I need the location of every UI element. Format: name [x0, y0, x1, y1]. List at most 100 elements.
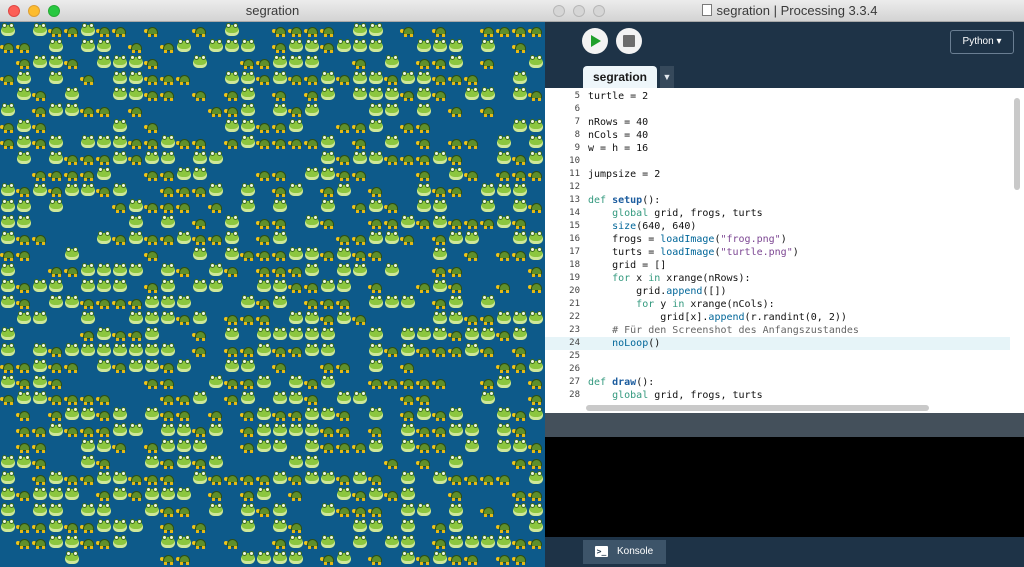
turtle-icon	[80, 534, 96, 550]
code-line[interactable]: 18 grid = []	[545, 259, 1010, 272]
frog-icon	[128, 310, 144, 326]
document-icon	[701, 4, 712, 16]
code-line[interactable]: 26	[545, 363, 1010, 376]
tab-menu-button[interactable]: ▼	[660, 66, 674, 88]
frog-icon	[320, 342, 336, 358]
code-token: in	[672, 299, 685, 310]
code-line[interactable]: 15 size(640, 640)	[545, 220, 1010, 233]
frog-icon	[240, 294, 256, 310]
frog-icon	[400, 470, 416, 486]
turtle-icon	[432, 54, 448, 70]
turtle-icon	[528, 198, 544, 214]
horizontal-scroll-thumb[interactable]	[586, 405, 929, 411]
code-token: grid[x].	[588, 312, 709, 323]
turtle-icon	[352, 134, 368, 150]
frog-icon	[192, 278, 208, 294]
frog-icon	[288, 374, 304, 390]
turtle-icon	[416, 118, 432, 134]
code-token: ():	[636, 377, 655, 388]
code-line[interactable]: 24 noLoop()	[545, 337, 1010, 350]
turtle-icon	[512, 166, 528, 182]
turtle-icon	[144, 230, 160, 246]
line-number: 11	[569, 169, 580, 179]
code-line[interactable]: 14 global grid, frogs, turts	[545, 207, 1010, 220]
frog-icon	[48, 278, 64, 294]
turtle-icon	[240, 374, 256, 390]
frog-icon	[96, 262, 112, 278]
turtle-icon	[272, 118, 288, 134]
code-line[interactable]: 13 def setup():	[545, 194, 1010, 207]
code-line[interactable]: 25	[545, 350, 1010, 363]
frog-icon	[256, 406, 272, 422]
code-line[interactable]: 10	[545, 155, 1010, 168]
turtle-icon	[192, 86, 208, 102]
turtle-icon	[480, 22, 496, 38]
frog-icon	[368, 118, 384, 134]
frog-icon	[96, 166, 112, 182]
console-output[interactable]	[545, 437, 1024, 537]
code-line[interactable]: 5 turtle = 2	[545, 90, 1010, 103]
code-line[interactable]: 20 grid.append([])	[545, 285, 1010, 298]
editor-vertical-scrollbar[interactable]	[1010, 88, 1024, 413]
frog-icon	[176, 166, 192, 182]
sketch-canvas[interactable]	[0, 22, 545, 567]
frog-icon	[16, 214, 32, 230]
turtle-icon	[224, 374, 240, 390]
turtle-icon	[16, 54, 32, 70]
ide-titlebar[interactable]: segration | Processing 3.3.4	[545, 0, 1024, 22]
turtle-icon	[304, 70, 320, 86]
mode-selector[interactable]: Python ▾	[950, 30, 1014, 54]
console-tab[interactable]: >_ Konsole	[583, 540, 666, 564]
frog-icon	[288, 54, 304, 70]
frog-icon	[48, 486, 64, 502]
code-line[interactable]: 28 global grid, frogs, turts	[545, 389, 1010, 402]
turtle-icon	[416, 422, 432, 438]
code-line[interactable]: 9 w = h = 16	[545, 142, 1010, 155]
turtle-icon	[320, 22, 336, 38]
line-number: 23	[569, 325, 580, 335]
frog-icon	[0, 342, 16, 358]
code-line[interactable]: 8 nCols = 40	[545, 129, 1010, 142]
run-button[interactable]	[582, 28, 608, 54]
stop-button[interactable]	[616, 28, 642, 54]
frog-icon	[432, 310, 448, 326]
turtle-icon	[128, 102, 144, 118]
code-line[interactable]: 16 frogs = loadImage("frog.png")	[545, 233, 1010, 246]
turtle-icon	[208, 406, 224, 422]
code-line[interactable]: 6	[545, 103, 1010, 116]
turtle-icon	[528, 534, 544, 550]
line-number: 24	[569, 338, 580, 348]
frog-icon	[528, 134, 544, 150]
tab-segration[interactable]: segration	[583, 66, 657, 88]
sketch-titlebar[interactable]: segration	[0, 0, 545, 22]
code-line[interactable]: 22 grid[x].append(r.randint(0, 2))	[545, 311, 1010, 324]
code-token: grid = []	[588, 260, 667, 271]
code-line[interactable]: 12	[545, 181, 1010, 194]
code-line[interactable]: 11 jumpsize = 2	[545, 168, 1010, 181]
frog-icon	[64, 182, 80, 198]
code-editor[interactable]: 5 turtle = 2 6 7 nRows = 40 8 nCols = 40 9 w = h…	[545, 88, 1010, 403]
code-line[interactable]: 19 for x in xrange(nRows):	[545, 272, 1010, 285]
frog-icon	[336, 278, 352, 294]
line-number: 6	[574, 104, 580, 114]
editor-horizontal-scrollbar[interactable]	[545, 403, 1010, 413]
turtle-icon	[192, 454, 208, 470]
code-line[interactable]: 17 turts = loadImage("turtle.png")	[545, 246, 1010, 259]
frog-icon	[272, 102, 288, 118]
turtle-icon	[48, 166, 64, 182]
frog-icon	[272, 54, 288, 70]
code-line[interactable]: 7 nRows = 40	[545, 116, 1010, 129]
line-number: 20	[569, 286, 580, 296]
code-text: turtle = 2	[588, 90, 648, 103]
frog-icon	[320, 134, 336, 150]
code-line[interactable]: 21 for y in xrange(nCols):	[545, 298, 1010, 311]
turtle-icon	[128, 486, 144, 502]
turtle-icon	[272, 358, 288, 374]
turtle-icon	[160, 230, 176, 246]
turtle-icon	[208, 102, 224, 118]
vertical-scroll-thumb[interactable]	[1014, 98, 1020, 190]
turtle-icon	[224, 470, 240, 486]
code-line[interactable]: 27 def draw():	[545, 376, 1010, 389]
code-line[interactable]: 23 # Für den Screenshot des Anfangszusta…	[545, 324, 1010, 337]
